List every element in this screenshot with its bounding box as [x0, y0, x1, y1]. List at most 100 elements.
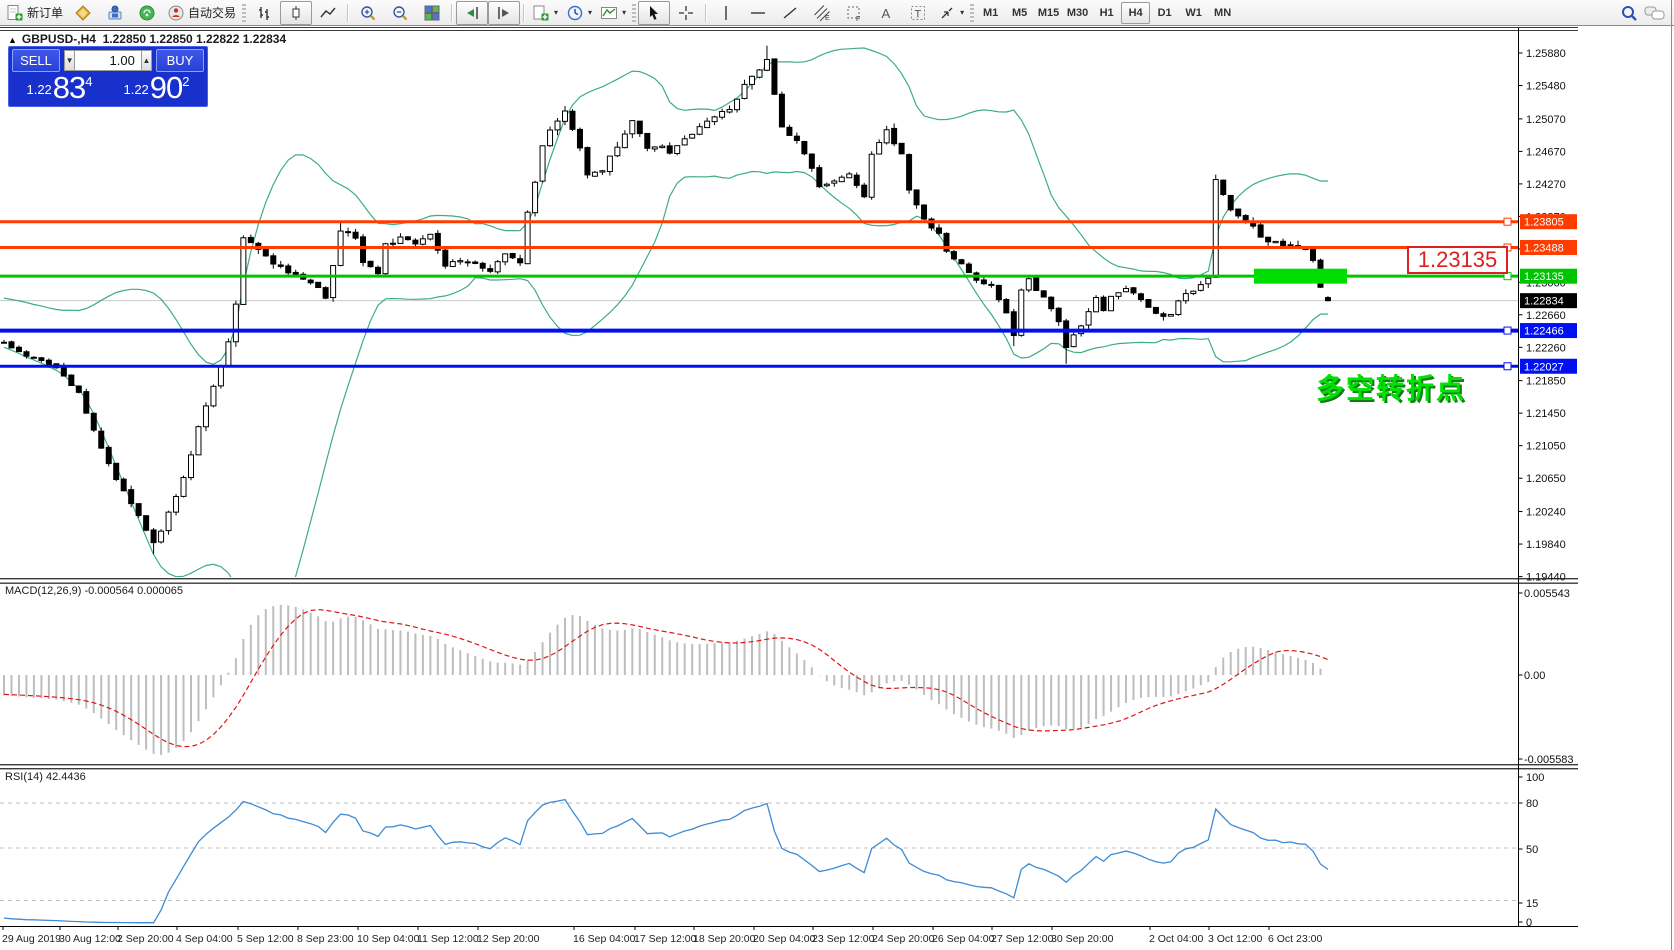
line-handle[interactable]: [1503, 326, 1512, 335]
tab-timeframe-M15[interactable]: M15: [1034, 2, 1063, 24]
tab-timeframe-MN[interactable]: MN: [1208, 2, 1237, 24]
tab-timeframe-M5[interactable]: M5: [1005, 2, 1034, 24]
horizontal-line-button[interactable]: [742, 1, 774, 25]
signals-button[interactable]: [131, 1, 163, 25]
candle-body: [1167, 313, 1174, 317]
period-button[interactable]: ▾: [562, 1, 596, 25]
line-chart-button[interactable]: [312, 1, 344, 25]
candle-body: [487, 268, 494, 272]
candle-body: [315, 281, 322, 289]
arrows-button[interactable]: ▾: [934, 1, 968, 25]
fibonacci-icon: E: [814, 4, 830, 22]
chat-icon[interactable]: [1644, 4, 1666, 22]
candle-body: [606, 155, 613, 172]
candle-body: [202, 405, 209, 428]
candle-body: [778, 93, 785, 128]
candle-body: [292, 271, 299, 276]
price-axis-label: 1.21450: [1526, 408, 1566, 420]
svg-text:1.23805: 1.23805: [1524, 217, 1564, 229]
chevron-down-icon: ▾: [554, 8, 559, 17]
chinese-note-annotation[interactable]: 多空转折点: [1316, 367, 1466, 407]
candle-body: [1115, 292, 1122, 297]
highlight-rect[interactable]: [1254, 268, 1347, 284]
candle-body: [793, 135, 800, 142]
zoom-in-button[interactable]: [352, 1, 384, 25]
price-text-annotation[interactable]: 1.23135: [1407, 246, 1508, 274]
candle-body: [307, 279, 314, 284]
volume-increase-button[interactable]: ▲: [140, 50, 152, 71]
candle-body: [173, 495, 180, 513]
candle-body: [1235, 208, 1242, 217]
strategy-tester-button[interactable]: [99, 1, 131, 25]
sell-price-small: 1.22: [26, 82, 52, 97]
candle-body: [494, 261, 501, 273]
trendline-button[interactable]: [774, 1, 806, 25]
cursor-button[interactable]: [638, 0, 671, 25]
tab-timeframe-W1[interactable]: W1: [1179, 2, 1208, 24]
indicators-button[interactable]: ▾: [596, 1, 630, 25]
new-order-button[interactable]: 新订单: [2, 1, 67, 25]
candle-body: [636, 120, 643, 135]
crosshair-button[interactable]: [670, 1, 702, 25]
candle-body: [1123, 288, 1129, 293]
buy-button[interactable]: BUY: [156, 49, 204, 72]
candle-body: [1280, 240, 1287, 247]
chart-canvas[interactable]: 1.25880 1.25480 1.25070 1.24670 1.24270 1.238…: [0, 0, 1674, 950]
vertical-line-button[interactable]: [710, 1, 742, 25]
candle-body: [165, 511, 172, 532]
candle-body: [651, 146, 658, 150]
candle-body: [1310, 248, 1316, 261]
search-icon[interactable]: [1620, 4, 1638, 22]
tab-timeframe-H1[interactable]: H1: [1092, 2, 1121, 24]
candle-body: [659, 145, 666, 149]
candle-body: [128, 489, 135, 505]
candle-body: [15, 346, 22, 353]
candle-body: [711, 116, 718, 123]
candle-body: [210, 385, 217, 407]
candle-body: [1287, 244, 1294, 247]
text-label-button[interactable]: T: [902, 1, 934, 25]
auto-scroll-button[interactable]: [456, 0, 489, 25]
tab-timeframe-M1[interactable]: M1: [976, 2, 1005, 24]
chart-shift-button[interactable]: [488, 0, 521, 25]
candles: [1, 45, 1331, 555]
macd-axis-label: -0.005583: [1524, 754, 1574, 766]
new-chart-button[interactable]: ▾: [528, 1, 562, 25]
text-button[interactable]: A: [870, 1, 902, 25]
svg-text:E: E: [825, 15, 830, 22]
line-handle[interactable]: [1503, 217, 1512, 226]
fibo-expansion-button[interactable]: F: [838, 1, 870, 25]
svg-text:F: F: [856, 16, 860, 22]
buy-price[interactable]: 1.22 90 2: [109, 72, 204, 105]
tile-windows-button[interactable]: [416, 1, 448, 25]
candle-body: [674, 145, 681, 155]
sell-button[interactable]: SELL: [12, 49, 60, 72]
tab-timeframe-M30[interactable]: M30: [1063, 2, 1092, 24]
candle-body: [1324, 297, 1331, 302]
candle-body: [614, 146, 621, 157]
collapse-arrow-icon[interactable]: ▲: [8, 35, 17, 45]
price-tag: 1.23805: [1520, 214, 1577, 230]
line-handle[interactable]: [1503, 362, 1512, 371]
candle-body: [412, 239, 419, 245]
candlestick-chart-button[interactable]: [280, 0, 313, 25]
volume-decrease-button[interactable]: ▼: [64, 50, 76, 71]
toolbar-grip: [242, 3, 247, 22]
tab-timeframe-D1[interactable]: D1: [1150, 2, 1179, 24]
candle-body: [345, 231, 352, 234]
candle-body: [270, 255, 277, 265]
autotrading-button[interactable]: 自动交易: [163, 1, 240, 25]
sell-price[interactable]: 1.22 83 4: [12, 72, 107, 105]
price-axis-label: 1.25480: [1526, 81, 1566, 93]
tab-timeframe-H4[interactable]: H4: [1121, 1, 1151, 24]
candle-body: [8, 341, 15, 349]
volume-input[interactable]: [75, 50, 141, 71]
candle-body: [1040, 290, 1047, 298]
metaeditor-button[interactable]: [67, 1, 99, 25]
price-tag: 1.23488: [1520, 239, 1577, 255]
fibonacci-button[interactable]: E: [806, 1, 838, 25]
candle-body: [330, 265, 337, 299]
bar-chart-button[interactable]: [248, 1, 280, 25]
zoom-out-button[interactable]: [384, 1, 416, 25]
strategy-tester-icon: [108, 5, 122, 19]
